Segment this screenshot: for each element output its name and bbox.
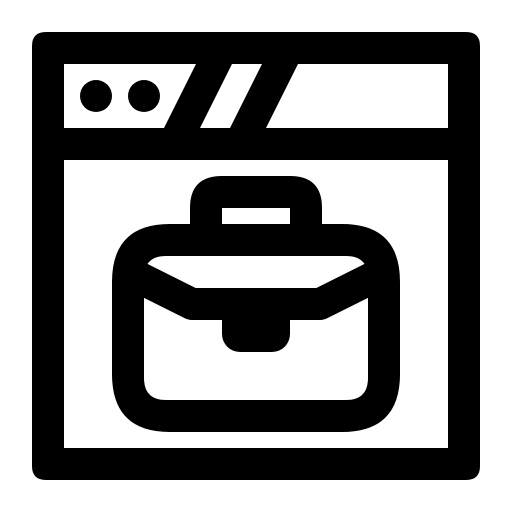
- browser-window-briefcase-icon: [32, 32, 480, 480]
- window-dots-icon: [80, 80, 160, 112]
- briefcase-clasp-icon: [222, 288, 290, 352]
- icon-canvas: [0, 0, 512, 512]
- title-bar-slashes-icon: [164, 64, 298, 128]
